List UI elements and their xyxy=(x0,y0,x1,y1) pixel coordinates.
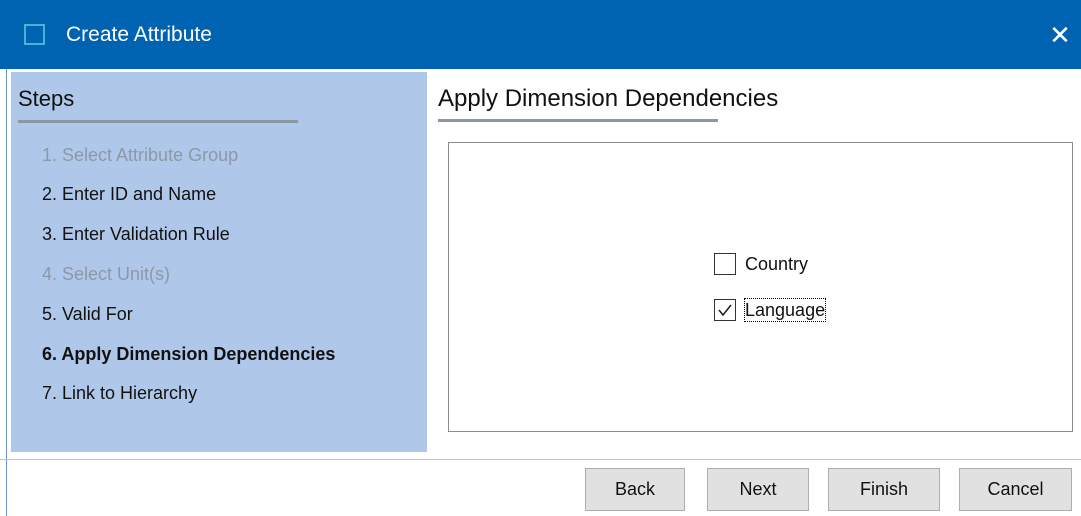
page-title: Apply Dimension Dependencies xyxy=(438,85,779,112)
language-checkbox[interactable] xyxy=(714,299,736,321)
footer-divider xyxy=(0,459,1081,460)
country-label: Country xyxy=(745,254,809,274)
next-button[interactable]: Next xyxy=(707,468,809,511)
close-icon[interactable]: ✕ xyxy=(1039,16,1081,54)
step-item-4: 4. Select Unit(s) xyxy=(42,264,171,284)
title-bar: Create Attribute ✕ xyxy=(0,0,1081,69)
country-checkbox[interactable] xyxy=(714,253,736,275)
language-label: Language xyxy=(743,298,827,322)
step-item-6[interactable]: 6. Apply Dimension Dependencies xyxy=(42,344,335,365)
back-button[interactable]: Back xyxy=(585,468,685,511)
finish-button[interactable]: Finish xyxy=(828,468,940,511)
step-item-3[interactable]: 3. Enter Validation Rule xyxy=(42,224,230,245)
dependencies-box xyxy=(448,142,1073,432)
step-item-7[interactable]: 7. Link to Hierarchy xyxy=(42,383,197,404)
steps-title: Steps xyxy=(18,86,75,111)
checkmark-icon xyxy=(718,304,732,317)
create-attribute-dialog: Create Attribute ✕ Steps 1. Select Attri… xyxy=(0,0,1081,516)
step-item-5[interactable]: 5. Valid For xyxy=(42,304,133,325)
window-icon xyxy=(24,24,45,45)
footer-edge xyxy=(6,460,7,516)
cancel-button[interactable]: Cancel xyxy=(959,468,1072,511)
step-item-1: 1. Select Attribute Group xyxy=(42,145,239,165)
heading-divider xyxy=(438,119,718,122)
window-title: Create Attribute xyxy=(66,23,212,46)
step-item-2[interactable]: 2. Enter ID and Name xyxy=(42,184,216,205)
steps-panel: Steps 1. Select Attribute Group 2. Enter… xyxy=(11,72,427,452)
steps-divider xyxy=(18,120,298,123)
